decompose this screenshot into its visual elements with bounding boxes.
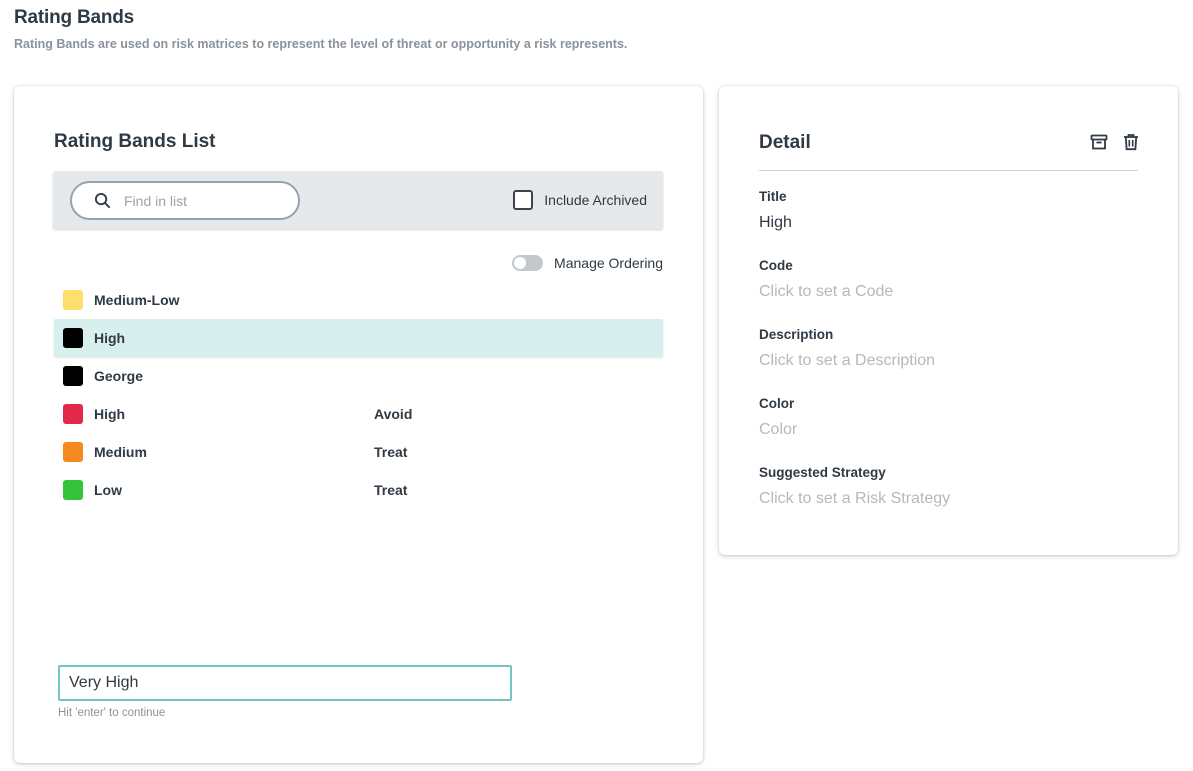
include-archived[interactable]: Include Archived (513, 190, 647, 210)
color-swatch (63, 404, 83, 424)
manage-ordering-label: Manage Ordering (554, 255, 663, 271)
color-swatch (63, 480, 83, 500)
list-title: Rating Bands List (54, 131, 216, 152)
page-subtitle: Rating Bands are used on risk matrices t… (14, 37, 628, 51)
field-label: Title (759, 189, 787, 204)
field-label: Suggested Strategy (759, 465, 886, 480)
band-strategy: Treat (374, 482, 408, 498)
band-name: Medium-Low (94, 292, 180, 308)
band-strategy: Treat (374, 444, 408, 460)
detail-card: Detail Title High Code Click to set a Co… (719, 86, 1178, 555)
band-name: High (94, 330, 126, 346)
search-input[interactable] (124, 192, 274, 209)
field-code: Code Click to set a Code (759, 258, 893, 301)
band-list: Medium-Low High George High Avoid Medium… (54, 281, 663, 509)
field-title: Title High (759, 189, 792, 232)
field-value[interactable]: Click to set a Code (759, 283, 893, 301)
field-label: Color (759, 396, 795, 411)
search-box[interactable] (70, 181, 300, 220)
band-name: Medium (94, 444, 147, 460)
search-icon (94, 192, 111, 209)
field-value[interactable]: Click to set a Risk Strategy (759, 490, 950, 508)
manage-ordering-toggle[interactable] (512, 255, 544, 271)
archive-icon[interactable] (1090, 133, 1108, 151)
field-value[interactable]: Color (759, 421, 797, 439)
rating-bands-list-card: Rating Bands List Include Archived Manag… (14, 86, 703, 763)
field-value[interactable]: Click to set a Description (759, 352, 935, 370)
color-swatch (63, 442, 83, 462)
detail-title: Detail (759, 132, 811, 153)
color-swatch (63, 366, 83, 386)
include-archived-checkbox[interactable] (513, 190, 534, 210)
field-label: Code (759, 258, 793, 273)
page-header: Rating Bands Rating Bands are used on ri… (14, 7, 627, 51)
band-row[interactable]: Low Treat (54, 471, 663, 509)
band-name: Low (94, 482, 122, 498)
include-archived-label: Include Archived (544, 192, 647, 208)
new-band-input[interactable] (58, 665, 512, 701)
band-row[interactable]: High Avoid (54, 395, 663, 433)
band-name: High (94, 406, 126, 422)
band-row[interactable]: High (54, 319, 663, 357)
field-suggested-strategy: Suggested Strategy Click to set a Risk S… (759, 465, 950, 508)
band-row[interactable]: George (54, 357, 663, 395)
band-name: George (94, 368, 144, 384)
trash-icon[interactable] (1122, 133, 1140, 151)
band-row[interactable]: Medium Treat (54, 433, 663, 471)
color-swatch (63, 290, 83, 310)
new-band-hint: Hit 'enter' to continue (58, 707, 166, 719)
page-title: Rating Bands (14, 7, 135, 28)
manage-ordering[interactable]: Manage Ordering (512, 255, 663, 271)
field-color: Color Color (759, 396, 797, 439)
detail-divider (759, 170, 1138, 171)
band-row[interactable]: Medium-Low (54, 281, 663, 319)
field-label: Description (759, 327, 834, 342)
toggle-knob (514, 257, 527, 269)
filter-bar: Include Archived (53, 171, 663, 229)
field-value[interactable]: High (759, 214, 792, 232)
field-description: Description Click to set a Description (759, 327, 935, 370)
band-strategy: Avoid (374, 406, 413, 422)
detail-actions (1090, 133, 1140, 151)
color-swatch (63, 328, 83, 348)
